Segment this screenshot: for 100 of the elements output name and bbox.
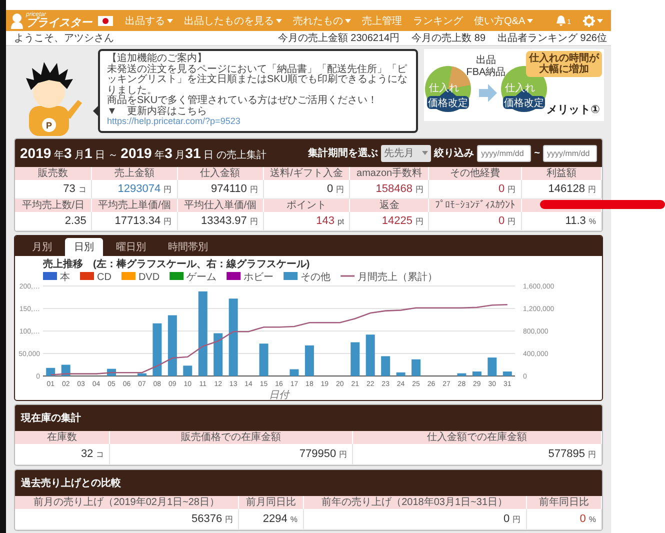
- unit-label: %: [588, 216, 596, 226]
- column-label: ポイント: [264, 199, 350, 212]
- unit-label: 円: [225, 514, 234, 524]
- cell-value: 0: [504, 513, 510, 525]
- column-label: 平均売上単価/個: [92, 199, 178, 212]
- cell-value: 158468: [376, 183, 412, 195]
- cell-value: 0: [498, 183, 505, 195]
- cell-value: 143: [316, 215, 334, 227]
- unit-label: 円: [508, 216, 516, 226]
- legend-label: 月間売上（累計）: [358, 272, 438, 283]
- chart-bar: [152, 323, 162, 376]
- cell-value: 1293074: [118, 183, 161, 195]
- tab[interactable]: 月別: [23, 238, 61, 256]
- cell-value: 0: [327, 183, 334, 195]
- cell-value: 0: [498, 215, 505, 227]
- column-label: 販売価格での在庫金額: [110, 431, 354, 444]
- cell-value: 32: [80, 448, 94, 460]
- tab[interactable]: 時間帯別: [159, 238, 217, 256]
- cell-value: 0: [580, 513, 586, 525]
- cell-value: 2294: [262, 513, 288, 525]
- axis-title: 日付: [269, 390, 289, 400]
- cell-value: 974110: [210, 183, 247, 195]
- unit-label: 円: [588, 184, 596, 194]
- unit-label: pt: [337, 216, 344, 226]
- cell-value: 2.35: [64, 215, 86, 227]
- logo-text[interactable]: プライスター: [26, 18, 92, 29]
- unit-label: コ: [96, 448, 104, 460]
- legend-label: その他: [300, 272, 331, 283]
- unit-label: 円: [512, 514, 521, 524]
- nav-menu-item[interactable]: ランキング: [413, 14, 463, 28]
- column-label: その他経費: [429, 167, 522, 180]
- caret-icon: [422, 151, 428, 155]
- step-label: FBA納品: [466, 67, 506, 78]
- period-select[interactable]: 先先月: [381, 144, 432, 162]
- legend-label: ホビー: [244, 272, 274, 283]
- notice-text: 未発送の注文を見るページにおいて「納品書」「配送先住所」「ピッキングリスト」を注文日順またはSKU順でも印刷できるようになりました。: [107, 64, 409, 96]
- pie-label: 価格改定: [428, 98, 468, 109]
- chart-bar: [304, 345, 314, 376]
- chart-bar: [381, 356, 390, 376]
- nav-menu-item[interactable]: 売上管理: [362, 14, 402, 28]
- legend-label: CD: [97, 272, 112, 283]
- badge-letter: P: [46, 120, 52, 130]
- column-label: 在庫数: [15, 431, 110, 444]
- unit-label: %: [290, 514, 298, 524]
- unit-label: 円: [250, 184, 258, 194]
- nav-menu-item[interactable]: 出品する: [125, 14, 173, 28]
- nav-menu-item[interactable]: 売れたもの: [293, 14, 351, 28]
- cell-value: 17713.34: [114, 215, 161, 227]
- column-label: 平均売上数/日: [15, 199, 92, 212]
- unit-label: 円: [164, 216, 172, 226]
- stat-text: 今月の売上金額 2306214円: [278, 32, 400, 45]
- unit-label: 円: [339, 448, 348, 460]
- unit-label: %: [588, 514, 596, 524]
- legend-label: DVD: [138, 272, 160, 283]
- pie-label: 仕入れ: [505, 83, 535, 94]
- tab[interactable]: 日別: [65, 238, 103, 256]
- notice-link[interactable]: https://help.pricetar.com/?p=9523: [107, 116, 240, 126]
- cell-value: 146128: [548, 183, 585, 195]
- chart-bar: [472, 372, 482, 376]
- legend-label: ゲーム: [186, 272, 217, 283]
- unit-label: 円: [336, 184, 344, 194]
- stat-text: 出品者ランキング 926位: [498, 32, 607, 45]
- cell-value: 13343.97: [200, 215, 247, 227]
- panel-header: 現在庫の集計: [15, 405, 602, 431]
- chart-bar: [502, 372, 512, 376]
- notice-text: 商品をSKUで多く管理されている方はぜひご活用ください！: [107, 96, 379, 106]
- cell-value: 56376: [191, 513, 222, 525]
- callout-badge: 仕入れの時間が大幅に増加: [526, 51, 602, 77]
- update-link-label: ▼ 更新内容はこちら: [107, 106, 208, 117]
- chart-bar: [259, 344, 268, 376]
- date-field[interactable]: yyyy/mm/dd: [543, 144, 597, 162]
- column-label: 仕入金額: [178, 167, 264, 180]
- unit-label: 円: [250, 216, 258, 226]
- range-separator: ~: [534, 148, 540, 158]
- pie-label: 価格改定: [504, 98, 544, 109]
- caret-icon: [597, 18, 603, 22]
- nav-menu-item[interactable]: 出品したものを見る: [184, 14, 282, 28]
- cell-value: 779950: [299, 448, 336, 460]
- column-label: ﾌﾟﾛﾓｰｼｮﾝﾃﾞｨｽｶｳﾝﾄ: [429, 199, 522, 212]
- tab[interactable]: 曜日別: [107, 238, 155, 256]
- unit-label: 円: [508, 184, 516, 194]
- chart-bar: [290, 369, 299, 376]
- settings-icon[interactable]: [583, 14, 595, 26]
- legend-label: 本: [60, 272, 70, 283]
- pie-label: 仕入れ: [429, 83, 459, 94]
- column-label: 前年の売り上げ（2018年03月1日~31日）: [304, 496, 527, 509]
- cell-value: 73: [63, 183, 76, 195]
- panel-header: 過去売り上げとの比較: [15, 470, 602, 496]
- nav-menu-item[interactable]: 使い方Q&A: [474, 14, 534, 28]
- flag-icon: [98, 16, 113, 26]
- column-label: 前年同日比: [526, 496, 602, 509]
- date-field[interactable]: yyyy/mm/dd: [477, 144, 532, 162]
- column-label: 前月の売り上げ（2019年02月1日~28日）: [15, 496, 240, 509]
- bell-icon[interactable]: [556, 15, 566, 26]
- chart-bar: [214, 333, 223, 376]
- filter-label: 集計期間を選ぶ: [308, 146, 378, 160]
- chart-bar: [412, 359, 421, 376]
- chart-title: 売上推移 (左：棒グラフスケール、右：線グラフスケール): [43, 259, 310, 270]
- chart-bar: [396, 372, 406, 376]
- chart-bar: [137, 373, 146, 376]
